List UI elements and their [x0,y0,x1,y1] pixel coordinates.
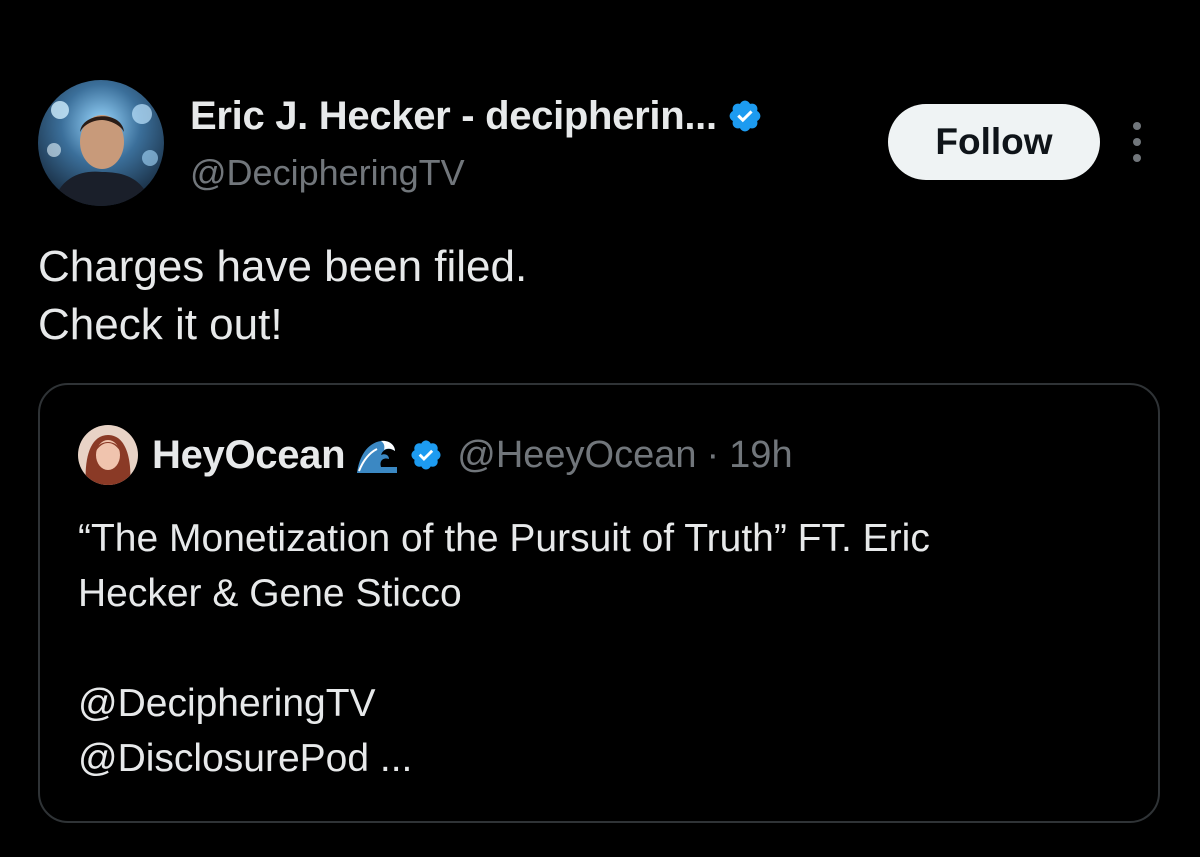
quoted-author-handle[interactable]: @HeeyOcean [457,434,696,477]
separator-dot: · [706,433,720,476]
quoted-tweet-header: HeyOcean @HeeyOcean · 19h [78,425,793,485]
author-handle[interactable]: @DecipheringTV [190,152,465,194]
quoted-author-name[interactable]: HeyOcean [152,433,346,478]
author-name-row: Eric J. Hecker - decipherin... [190,88,763,144]
quoted-tweet-text: “The Monetization of the Pursuit of Trut… [78,511,1138,786]
quoted-text-line: “The Monetization of the Pursuit of Trut… [78,517,930,560]
verified-check-icon [409,438,443,472]
more-options-button[interactable] [1120,112,1154,172]
more-vertical-icon [1133,122,1141,162]
tweet-text: Charges have been filed. Check it out! [38,238,527,354]
quoted-mention-line[interactable]: @DisclosurePod ... [78,731,1138,786]
wave-icon [355,435,399,475]
quoted-tweet-timestamp[interactable]: 19h [729,434,792,477]
post-card: Eric J. Hecker - decipherin... @Decipher… [0,0,1200,857]
author-display-name[interactable]: Eric J. Hecker - decipherin... [190,94,717,139]
quoted-text-line-blank [78,621,1138,676]
quoted-tweet-card[interactable]: HeyOcean @HeeyOcean · 19h “The Monetizat… [38,383,1160,823]
quoted-text-line: Hecker & Gene Sticco [78,572,462,615]
quoted-author-avatar[interactable] [78,425,138,485]
quoted-mention-line[interactable]: @DecipheringTV [78,676,1138,731]
author-avatar[interactable] [38,80,164,206]
tweet-text-line: Charges have been filed. [38,242,528,291]
verified-check-icon [727,98,763,134]
tweet-text-line: Check it out! [38,300,283,349]
follow-button[interactable]: Follow [888,104,1100,180]
